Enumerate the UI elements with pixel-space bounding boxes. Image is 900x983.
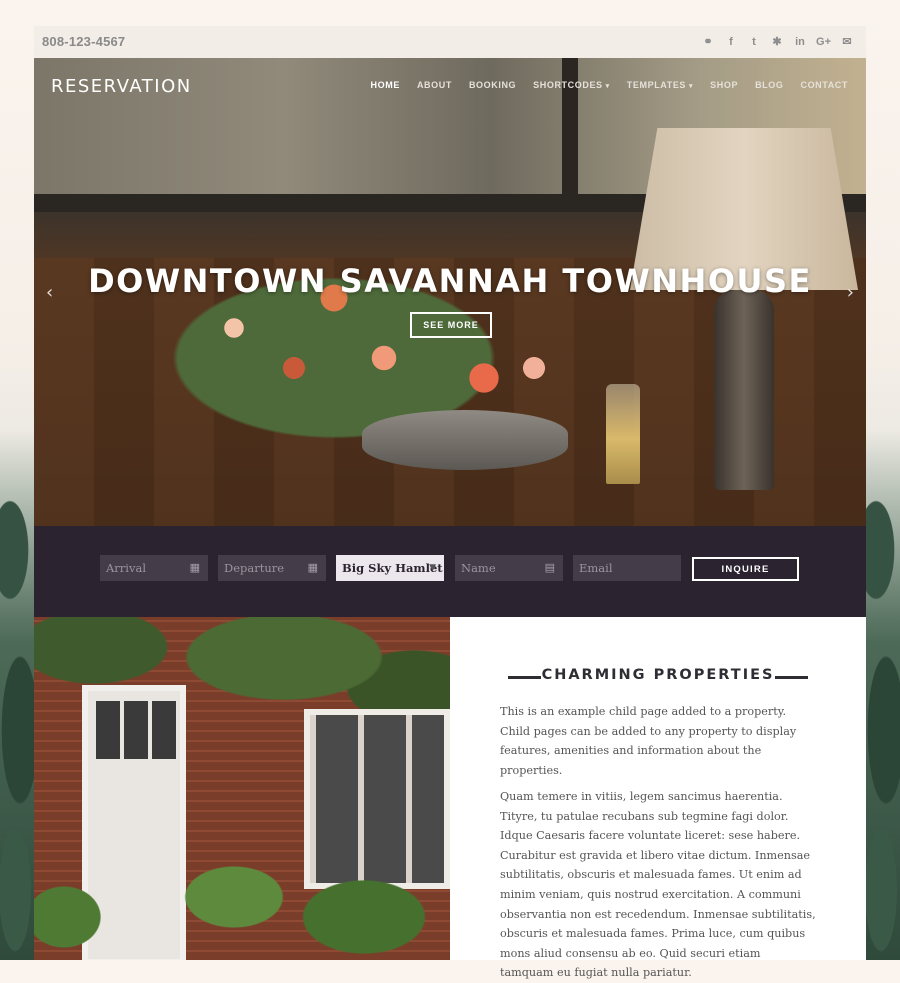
nav-contact[interactable]: CONTACT	[800, 80, 848, 90]
nav-blog[interactable]: BLOG	[755, 80, 783, 90]
arrival-date-field[interactable]: Arrival ▦	[100, 555, 208, 581]
facebook-icon[interactable]: f	[724, 35, 738, 49]
link-icon[interactable]: ⚭	[701, 35, 715, 49]
nav-templates-label: TEMPLATES	[626, 80, 687, 90]
hero-image-glass	[606, 384, 640, 484]
title-rule-right	[775, 676, 808, 679]
site-logo[interactable]: RESERVATION	[51, 76, 192, 97]
chevron-down-icon: ▼	[429, 563, 436, 573]
hero-title: DOWNTOWN SAVANNAH TOWNHOUSE	[88, 262, 812, 300]
arrival-placeholder: Arrival	[106, 561, 147, 575]
photo-door-transom	[96, 701, 176, 759]
email-placeholder: Email	[579, 561, 613, 575]
inquire-button[interactable]: INQUIRE	[692, 557, 799, 581]
body-paragraph: Quam temere in vitiis, legem sancimus ha…	[500, 790, 816, 980]
phone-number: 808-123-4567	[42, 34, 126, 49]
id-card-icon: ▤	[544, 561, 555, 574]
google-plus-icon[interactable]: G+	[816, 35, 831, 49]
departure-placeholder: Departure	[224, 561, 285, 575]
nav-booking[interactable]: BOOKING	[469, 80, 516, 90]
hero-image-bowl	[362, 410, 568, 470]
top-bar: 808-123-4567 ⚭ f t ✱ in G+ ✉	[34, 26, 866, 58]
nav-shortcodes[interactable]: SHORTCODES ▾	[533, 80, 610, 90]
departure-date-field[interactable]: Departure ▦	[218, 555, 326, 581]
name-placeholder: Name	[461, 561, 496, 575]
yelp-icon[interactable]: ✱	[770, 35, 784, 49]
nav-templates[interactable]: TEMPLATES ▾	[627, 80, 693, 90]
email-field[interactable]: Email	[573, 555, 681, 581]
chevron-down-icon: ▾	[689, 83, 694, 90]
hero-image-lamp-base	[714, 290, 774, 490]
photo-plants	[34, 857, 450, 960]
email-icon[interactable]: ✉	[840, 35, 854, 49]
nav-about[interactable]: ABOUT	[417, 80, 452, 90]
chevron-down-icon: ▾	[605, 83, 610, 90]
calendar-icon: ▦	[307, 561, 318, 574]
social-links: ⚭ f t ✱ in G+ ✉	[701, 35, 854, 49]
forest-background-left	[0, 430, 34, 960]
calendar-icon: ▦	[189, 561, 200, 574]
linkedin-icon[interactable]: in	[793, 35, 807, 49]
nav-shop[interactable]: SHOP	[710, 80, 738, 90]
booking-form: Arrival ▦ Departure ▦ Big Sky Hamlet ▼ N…	[34, 526, 866, 617]
main-nav: HOME ABOUT BOOKING SHORTCODES ▾ TEMPLATES…	[371, 80, 848, 90]
name-field[interactable]: Name ▤	[455, 555, 563, 581]
section-title: CHARMING PROPERTIES	[541, 667, 775, 683]
property-selected-value: Big Sky Hamlet	[342, 561, 443, 575]
twitter-icon[interactable]: t	[747, 35, 761, 49]
nav-home[interactable]: HOME	[371, 80, 400, 90]
see-more-button[interactable]: SEE MORE	[410, 312, 492, 338]
forest-background-right	[866, 430, 900, 960]
nav-shortcodes-label: SHORTCODES	[533, 80, 603, 90]
property-select[interactable]: Big Sky Hamlet ▼	[336, 555, 444, 581]
hero-slider: RESERVATION HOME ABOUT BOOKING SHORTCODE…	[34, 58, 866, 526]
property-photo	[34, 617, 450, 960]
intro-paragraph: This is an example child page added to a…	[500, 705, 797, 777]
content-panel: CHARMING PROPERTIES This is an example c…	[450, 617, 866, 979]
